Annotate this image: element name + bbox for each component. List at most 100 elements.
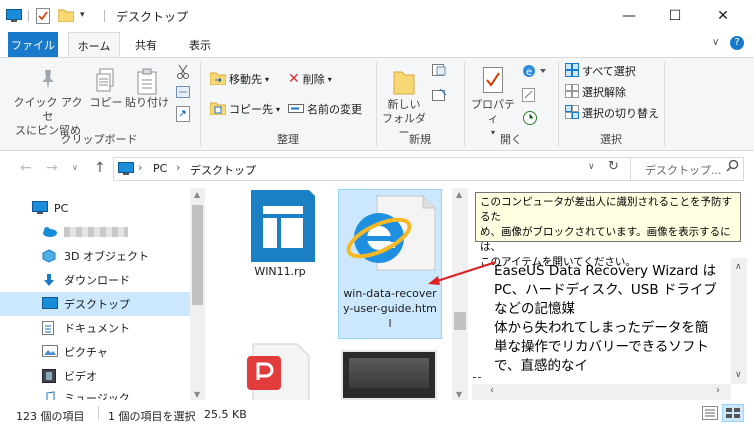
tab-share[interactable]: 共有 bbox=[126, 32, 166, 57]
up-arrow-icon[interactable]: ↑ bbox=[94, 160, 106, 176]
rename-icon bbox=[288, 102, 304, 117]
details-view-icon[interactable] bbox=[702, 406, 718, 423]
file-name-line1: win-data-recover bbox=[343, 287, 437, 300]
qat-customize-icon[interactable]: ▾ bbox=[80, 10, 85, 20]
tree-item-3d-objects[interactable]: 3D オブジェクト bbox=[0, 244, 190, 268]
help-icon[interactable]: ? bbox=[730, 36, 744, 50]
svg-text:e: e bbox=[526, 67, 532, 78]
select-all-label: すべて選択 bbox=[582, 65, 636, 78]
explorer-window-icon[interactable] bbox=[6, 8, 22, 24]
tree-label: ダウンロード bbox=[64, 274, 130, 287]
new-folder-button[interactable]: 新しい フォルダー bbox=[382, 66, 426, 140]
select-none-label: 選択解除 bbox=[582, 86, 626, 99]
tree-label: ビデオ bbox=[64, 370, 97, 383]
new-item-icon[interactable] bbox=[432, 64, 450, 81]
collapse-ribbon-icon[interactable]: ∨ bbox=[712, 37, 719, 48]
new-folder-label-line1: 新しい bbox=[387, 98, 421, 111]
back-arrow-icon[interactable]: ← bbox=[20, 160, 32, 176]
navigation-pane-scroll-thumb[interactable] bbox=[192, 205, 203, 305]
maximize-button[interactable]: ☐ bbox=[652, 0, 698, 32]
paste-shortcut-icon[interactable] bbox=[176, 106, 190, 125]
scroll-up-chevron-icon[interactable]: ∧ bbox=[735, 262, 742, 272]
copy-to-button[interactable]: コピー先 ▾ bbox=[209, 99, 281, 119]
tree-item-videos[interactable]: ビデオ bbox=[0, 364, 190, 388]
file-name-line3: l bbox=[388, 317, 392, 330]
pc-location-icon bbox=[118, 162, 134, 178]
tree-item-documents[interactable]: ドキュメント bbox=[0, 316, 190, 340]
scroll-down-arrow-icon[interactable]: ▼ bbox=[194, 390, 200, 399]
tree-label: PC bbox=[54, 201, 69, 215]
item-count: 123 個の項目 bbox=[16, 410, 85, 423]
breadcrumb-desktop[interactable]: デスクトップ bbox=[190, 162, 256, 178]
cut-icon[interactable] bbox=[176, 64, 190, 83]
tree-item-pictures[interactable]: ピクチャ bbox=[0, 340, 190, 364]
copy-icon bbox=[88, 68, 124, 96]
select-none-button[interactable]: 選択解除 bbox=[565, 82, 626, 102]
paste-icon bbox=[124, 68, 170, 96]
file-list-scrollbar[interactable] bbox=[452, 188, 468, 400]
edit-icon[interactable] bbox=[522, 88, 536, 105]
copy-to-chevron-down-icon: ▾ bbox=[276, 104, 281, 114]
file-list-scroll-thumb[interactable] bbox=[454, 312, 466, 330]
search-icon[interactable] bbox=[726, 159, 739, 175]
tab-file[interactable]: ファイル bbox=[8, 32, 58, 57]
refresh-icon[interactable]: ↻ bbox=[608, 159, 619, 174]
move-to-chevron-down-icon: ▾ bbox=[265, 74, 270, 84]
tree-item-onedrive[interactable] bbox=[0, 220, 190, 244]
tab-home[interactable]: ホーム bbox=[68, 32, 120, 58]
tree-label: ドキュメント bbox=[64, 322, 130, 335]
tree-item-music[interactable]: ミュージック bbox=[0, 386, 190, 400]
invert-selection-button[interactable]: 選択の切り替え bbox=[565, 103, 659, 123]
properties-icon bbox=[468, 66, 518, 98]
tab-view[interactable]: 表示 bbox=[178, 32, 222, 57]
music-note-icon bbox=[42, 391, 58, 400]
close-button[interactable]: ✕ bbox=[700, 0, 746, 32]
properties-qat-icon[interactable] bbox=[36, 8, 50, 24]
scroll-down-chevron-icon[interactable]: ∨ bbox=[735, 370, 742, 380]
tree-item-pc[interactable]: PC bbox=[0, 196, 190, 220]
open-with-ie-icon[interactable]: e bbox=[522, 64, 548, 81]
tree-item-desktop[interactable]: デスクトップ bbox=[0, 292, 190, 316]
new-folder-qat-icon[interactable] bbox=[57, 8, 75, 24]
copy-path-icon[interactable] bbox=[176, 86, 190, 101]
breadcrumb-pc[interactable]: PC bbox=[153, 162, 167, 175]
preview-line3: などの記憶媒 bbox=[494, 301, 575, 317]
file-item[interactable] bbox=[341, 350, 437, 400]
tree-item-downloads[interactable]: ダウンロード bbox=[0, 268, 190, 292]
forward-arrow-icon[interactable]: → bbox=[46, 160, 58, 176]
invert-selection-icon bbox=[565, 104, 579, 122]
easy-access-icon[interactable] bbox=[432, 88, 448, 105]
copy-button[interactable]: コピー bbox=[88, 68, 124, 110]
ribbon-divider bbox=[200, 62, 201, 146]
selection-count: 1 個の項目を選択 bbox=[108, 410, 196, 423]
thumbnail-content bbox=[349, 358, 429, 388]
delete-button[interactable]: ✕ 削除 ▾ bbox=[288, 69, 332, 89]
file-item[interactable] bbox=[235, 340, 325, 400]
3d-objects-icon bbox=[42, 249, 58, 263]
file-item[interactable]: WIN11.rp bbox=[235, 190, 325, 288]
minimize-button[interactable]: — bbox=[606, 0, 652, 32]
copy-to-icon bbox=[209, 101, 227, 118]
address-history-chevron-icon[interactable]: ∨ bbox=[588, 162, 595, 172]
file-list: WIN11.rp win-data-recover y-user-guide.h… bbox=[205, 188, 468, 400]
paste-label: 貼り付け bbox=[125, 96, 169, 109]
history-icon[interactable] bbox=[522, 110, 538, 129]
rename-button[interactable]: 名前の変更 bbox=[288, 99, 362, 119]
blocked-image-notice[interactable]: このコンピュータが差出人に識別されることを予防するた め、画像がブロックされてい… bbox=[475, 192, 741, 268]
move-to-button[interactable]: 移動先 ▾ bbox=[209, 69, 270, 89]
scroll-left-chevron-icon[interactable]: ‹ bbox=[490, 385, 494, 396]
properties-button[interactable]: プロパティ ▾ bbox=[468, 66, 518, 140]
large-icons-view-button[interactable] bbox=[722, 404, 744, 422]
scroll-down-arrow-icon[interactable]: ▼ bbox=[456, 390, 462, 399]
recent-locations-chevron-icon[interactable]: ∨ bbox=[72, 163, 78, 172]
preview-vertical-scrollbar[interactable] bbox=[731, 258, 747, 384]
breadcrumb-separator-icon: › bbox=[138, 161, 143, 174]
scroll-right-chevron-icon[interactable]: › bbox=[716, 385, 720, 396]
paste-button[interactable]: 貼り付け bbox=[124, 68, 170, 110]
pin-quick-access-button[interactable]: クイック アクセ スにピン留め bbox=[12, 68, 84, 138]
scroll-up-arrow-icon[interactable]: ▲ bbox=[194, 190, 200, 199]
select-all-button[interactable]: すべて選択 bbox=[565, 61, 636, 81]
preview-horizontal-scrollbar[interactable] bbox=[472, 384, 731, 400]
scroll-up-arrow-icon[interactable]: ▲ bbox=[456, 190, 462, 199]
invert-selection-label: 選択の切り替え bbox=[582, 107, 659, 120]
